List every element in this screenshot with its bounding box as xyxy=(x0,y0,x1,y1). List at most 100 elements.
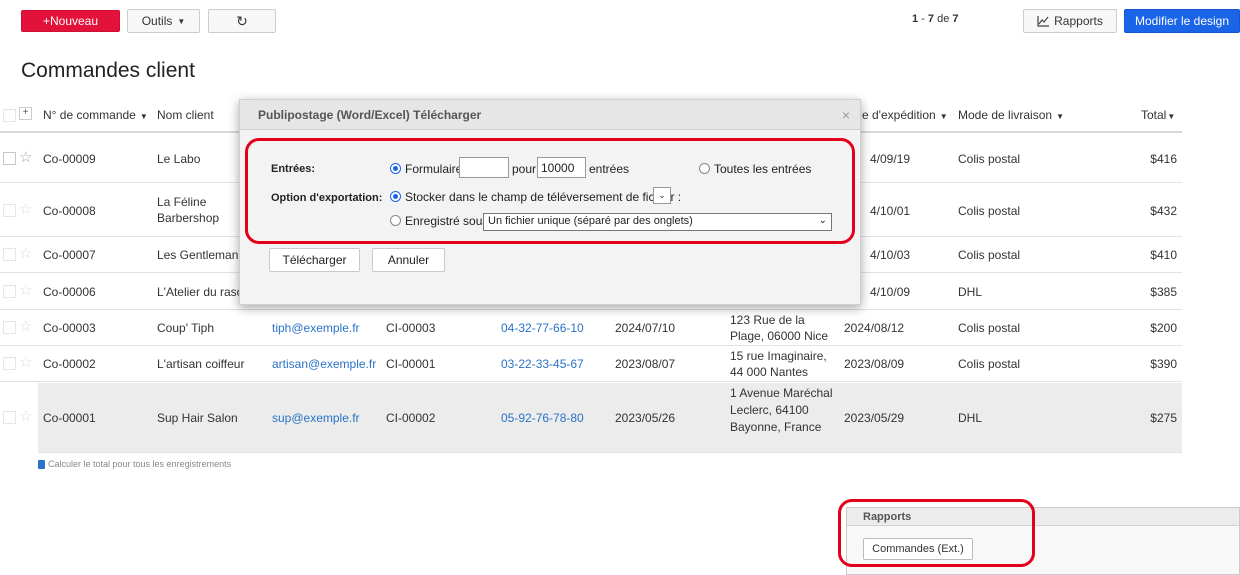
delivery-mode: Colis postal xyxy=(958,152,1021,166)
row-checkbox[interactable] xyxy=(3,248,16,261)
select-all-checkbox[interactable] xyxy=(3,109,16,122)
email-link[interactable]: artisan@exemple.fr xyxy=(272,356,376,372)
address: 1 Avenue Maréchal Leclerc, 64100 Bayonne… xyxy=(730,386,833,434)
pager-of: de xyxy=(937,13,950,25)
ship-date: 2023/08/09 xyxy=(844,357,905,371)
download-button[interactable]: Télécharger xyxy=(269,248,360,272)
row-checkbox[interactable] xyxy=(3,285,16,298)
ship-date: 4/10/03 xyxy=(870,248,911,262)
total: $385 xyxy=(1150,285,1177,299)
order-number[interactable]: Co-00007 xyxy=(43,247,96,263)
star-icon[interactable]: ☆ xyxy=(19,409,32,424)
edit-design-label: Modifier le design xyxy=(1134,14,1230,28)
total: $410 xyxy=(1150,248,1177,262)
pager: 1 - 7 de 7 xyxy=(912,13,959,25)
email-link[interactable]: tiph@exemple.fr xyxy=(272,320,360,336)
tools-button[interactable]: Outils ▼ xyxy=(127,9,200,33)
sort-icon: ▼ xyxy=(139,112,148,121)
delivery-mode: Colis postal xyxy=(958,321,1021,335)
total: $432 xyxy=(1150,204,1177,218)
order-number[interactable]: Co-00008 xyxy=(43,203,96,219)
header-total[interactable]: Total▼ xyxy=(1141,108,1175,122)
client-name: Coup' Tiph xyxy=(157,321,214,335)
delivery-mode: Colis postal xyxy=(958,248,1021,262)
phone-link[interactable]: 03-22-33-45-67 xyxy=(501,356,584,372)
total: $200 xyxy=(1150,321,1177,335)
ship-date: 4/09/19 xyxy=(870,152,911,166)
client-id: CI-00002 xyxy=(386,411,436,425)
dialog-header: Publipostage (Word/Excel) Télécharger × xyxy=(240,100,860,130)
order-date: 2024/07/10 xyxy=(615,321,676,335)
cancel-button[interactable]: Annuler xyxy=(372,248,445,272)
edit-design-button[interactable]: Modifier le design xyxy=(1124,9,1240,33)
page-title: Commandes client xyxy=(21,59,195,82)
total: $275 xyxy=(1150,411,1177,425)
client-name: La Féline Barbershop xyxy=(157,195,220,225)
refresh-button[interactable]: ↻ xyxy=(208,9,276,33)
tools-button-label: Outils xyxy=(141,14,173,28)
total: $390 xyxy=(1150,357,1177,371)
header-order-number[interactable]: N° de commande ▼ xyxy=(43,108,148,122)
client-name: Les Gentleman xyxy=(157,248,239,262)
total: $416 xyxy=(1150,152,1177,166)
star-icon[interactable]: ☆ xyxy=(19,355,32,370)
header-client-name-label: Nom client xyxy=(157,108,214,122)
order-number[interactable]: Co-00001 xyxy=(43,410,96,426)
row-checkbox[interactable] xyxy=(3,321,16,334)
refresh-icon: ↻ xyxy=(236,12,248,29)
row-checkbox[interactable] xyxy=(3,204,16,217)
sort-icon: ▼ xyxy=(1167,112,1176,121)
header-ship-date[interactable]: e d'expédition ▼ xyxy=(862,108,948,122)
reports-button[interactable]: Rapports xyxy=(1023,9,1117,33)
ship-date: 2023/05/29 xyxy=(844,411,905,425)
star-icon[interactable]: ☆ xyxy=(19,283,32,298)
row-checkbox[interactable] xyxy=(3,357,16,370)
star-icon[interactable]: ☆ xyxy=(19,202,32,217)
new-button-label: +Nouveau xyxy=(42,14,99,28)
calculator-icon xyxy=(38,459,45,469)
calc-total-link[interactable]: Calculer le total pour tous les enregist… xyxy=(38,459,231,469)
header-order-number-label: N° de commande xyxy=(43,108,136,122)
sort-icon: ▼ xyxy=(939,112,948,121)
highlight-box xyxy=(838,499,1035,567)
row-checkbox[interactable] xyxy=(3,152,16,165)
ship-date: 4/10/09 xyxy=(870,285,911,299)
chart-line-icon xyxy=(1037,15,1050,27)
header-delivery-mode[interactable]: Mode de livraison ▼ xyxy=(958,108,1064,122)
order-number[interactable]: Co-00009 xyxy=(43,151,96,167)
table-row[interactable]: Co-00001 Sup Hair Salon sup@exemple.fr C… xyxy=(38,383,1182,453)
expand-columns-icon[interactable]: + xyxy=(19,107,32,120)
delivery-mode: DHL xyxy=(958,411,983,425)
close-icon[interactable]: × xyxy=(842,107,850,123)
order-date: 2023/05/26 xyxy=(615,411,676,425)
sort-icon: ▼ xyxy=(1056,112,1064,121)
ship-date: 4/10/01 xyxy=(870,204,911,218)
order-number[interactable]: Co-00006 xyxy=(43,284,96,300)
star-icon[interactable]: ☆ xyxy=(19,319,32,334)
highlight-box xyxy=(245,138,855,244)
client-name: L'Atelier du raso xyxy=(157,285,244,299)
pager-total: 7 xyxy=(952,13,959,25)
order-date: 2023/08/07 xyxy=(615,357,676,371)
delivery-mode: DHL xyxy=(958,285,983,299)
star-icon[interactable]: ☆ xyxy=(19,246,32,261)
order-number[interactable]: Co-00002 xyxy=(43,356,96,372)
row-checkbox[interactable] xyxy=(3,411,16,424)
delivery-mode: Colis postal xyxy=(958,357,1021,371)
dialog-title: Publipostage (Word/Excel) Télécharger xyxy=(258,108,482,122)
phone-link[interactable]: 04-32-77-66-10 xyxy=(501,320,584,336)
ship-date: 2024/08/12 xyxy=(844,321,905,335)
client-name: Sup Hair Salon xyxy=(157,411,238,425)
email-link[interactable]: sup@exemple.fr xyxy=(272,410,360,426)
phone-link[interactable]: 05-92-76-78-80 xyxy=(501,410,584,426)
order-number[interactable]: Co-00003 xyxy=(43,320,96,336)
address: 15 rue Imaginaire, 44 000 Nantes xyxy=(730,349,827,379)
table-row[interactable]: ☆ Co-00002 L'artisan coiffeur artisan@ex… xyxy=(0,347,1182,382)
header-client-name[interactable]: Nom client xyxy=(157,108,214,122)
client-name: L'artisan coiffeur xyxy=(157,357,245,371)
new-button[interactable]: +Nouveau xyxy=(21,10,120,32)
star-icon[interactable]: ☆ xyxy=(19,150,32,165)
client-name: Le Labo xyxy=(157,152,201,166)
client-id: CI-00001 xyxy=(386,357,436,371)
table-row[interactable]: ☆ Co-00003 Coup' Tiph tiph@exemple.fr CI… xyxy=(0,311,1182,346)
